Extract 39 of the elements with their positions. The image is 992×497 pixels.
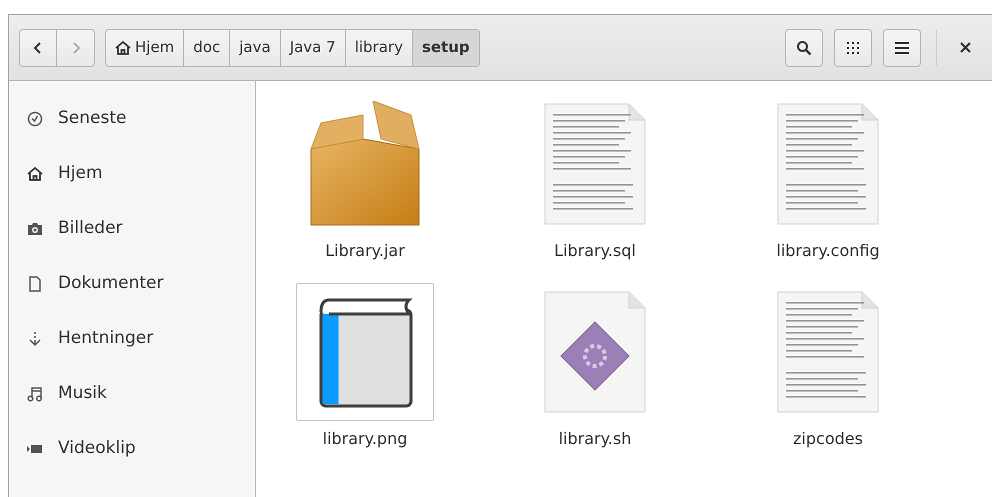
path-button[interactable]: doc xyxy=(184,28,230,66)
menu-button[interactable] xyxy=(883,28,921,66)
document-icon xyxy=(27,276,43,292)
sidebar-item[interactable]: Videoklip xyxy=(27,421,255,476)
file-name[interactable]: library.config xyxy=(776,239,880,263)
path-button[interactable]: library xyxy=(346,28,413,66)
menu-icon xyxy=(895,42,909,54)
path-button[interactable]: Hjem xyxy=(105,28,184,66)
grid-icon xyxy=(847,42,859,54)
sidebar-item[interactable]: Billeder xyxy=(27,201,255,256)
download-icon xyxy=(27,330,43,346)
file-name[interactable]: Library.jar xyxy=(325,239,405,263)
file-name[interactable]: library.png xyxy=(322,427,408,451)
file-name[interactable]: zipcodes xyxy=(793,427,863,451)
file-name[interactable]: library.sh xyxy=(558,427,632,451)
view-button[interactable] xyxy=(834,28,872,66)
camera-icon xyxy=(27,220,43,236)
path-button[interactable]: java xyxy=(230,28,281,66)
home-icon xyxy=(115,40,131,56)
search-icon xyxy=(796,40,812,56)
sidebar-item[interactable]: Hjem xyxy=(27,146,255,201)
clock-icon xyxy=(27,110,43,126)
search-button[interactable] xyxy=(785,28,823,66)
text-document-icon[interactable] xyxy=(776,102,880,226)
sidebar-item[interactable]: Hentninger xyxy=(27,311,255,366)
close-icon xyxy=(960,42,970,53)
text-document-icon[interactable] xyxy=(543,102,647,226)
path-button[interactable]: Java 7 xyxy=(280,28,346,66)
script-document-icon[interactable] xyxy=(543,290,647,414)
sidebar-item[interactable]: Dokumenter xyxy=(27,256,255,311)
text-document-icon[interactable] xyxy=(776,290,880,414)
path-button[interactable]: setup xyxy=(412,28,480,66)
music-note-icon xyxy=(27,386,43,402)
sidebar-item[interactable]: Musik xyxy=(27,366,255,421)
file-name[interactable]: Library.sql xyxy=(554,239,636,263)
back-button[interactable] xyxy=(19,28,57,66)
sidebar-item[interactable]: Seneste xyxy=(27,91,255,146)
home-icon xyxy=(27,166,43,182)
box-icon[interactable] xyxy=(309,101,421,227)
